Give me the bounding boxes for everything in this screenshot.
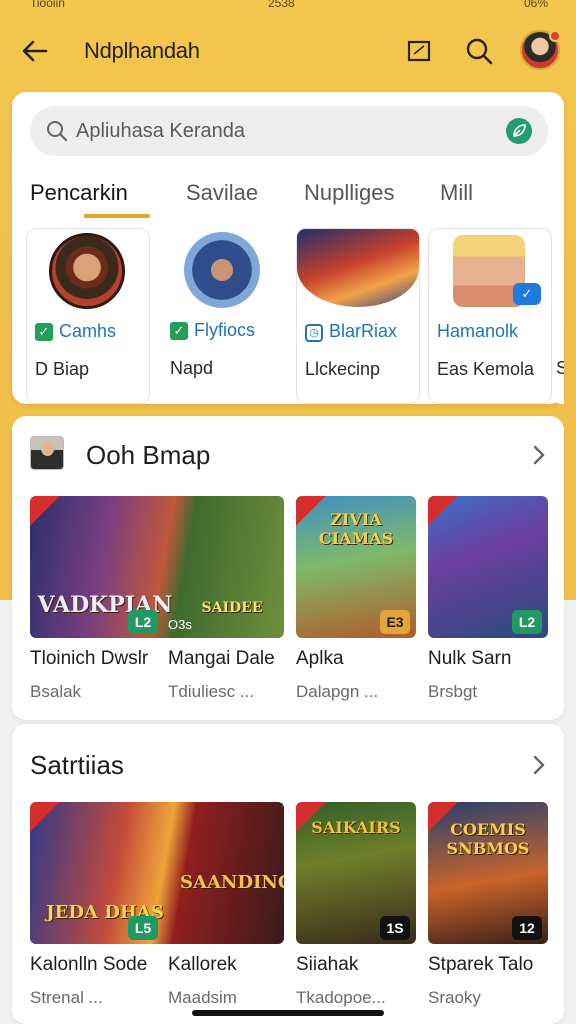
profile-avatar (49, 233, 125, 309)
game-subtitle: Sraoky (428, 988, 481, 1007)
chevron-right-icon[interactable] (528, 752, 550, 778)
leaf-icon[interactable] (506, 118, 532, 144)
app-bar: Ndplhandah (0, 24, 576, 78)
game-thumbnail: COEMIS SNBMOS 12 (428, 802, 548, 944)
notification-dot (549, 30, 561, 42)
section-header[interactable]: Ooh Bmap (30, 436, 550, 476)
game-card[interactable]: ZIVIA CIAMAS E3 Aplka Dalapgn ... (296, 496, 416, 706)
game-title: Nulk Sarn (428, 648, 512, 669)
search-input[interactable] (76, 114, 496, 148)
user-avatar[interactable] (520, 30, 561, 70)
profile-tag-label: Hamanolk (437, 321, 519, 341)
status-center: 2538 (268, 0, 295, 10)
clock-icon: ◷ (305, 324, 323, 342)
search-bar[interactable] (30, 106, 548, 156)
tab-bar: Pencarkin Savilae Nuplliges Mill (30, 170, 550, 220)
ribbon-icon (30, 802, 60, 832)
profile-tag-label: BlarRiax (329, 321, 398, 341)
section-avatar (30, 436, 64, 470)
tab-active-indicator (84, 214, 150, 218)
rating-badge: L5 (128, 916, 158, 940)
profile-carousel: ✓ Camhs D Biap ✓ Flyfiocs Napd ◷ BlarRiax L… (12, 228, 564, 404)
game-thumbnail: L2 (428, 496, 548, 638)
home-indicator[interactable] (192, 1010, 384, 1016)
check-icon: ✓ (170, 322, 188, 340)
game-title: Aplka (296, 648, 344, 669)
search-card: Pencarkin Savilae Nuplliges Mill ✓ Camhs … (12, 92, 564, 404)
section-title: Satrtiias (30, 750, 124, 780)
profile-tag: Hamanolk (437, 321, 518, 342)
game-subtitle: Brsbgt (428, 682, 478, 701)
profile-card[interactable]: ◷ BlarRiax Llckecinp (296, 228, 420, 404)
game-title: Kalonlln Sode (30, 954, 148, 975)
profile-card[interactable]: ✓ Flyfiocs Napd (162, 228, 286, 404)
game-row: JEDA DHAS SAANDING L5 Kalonlln Sode Stre… (30, 802, 564, 1007)
game-subtitle: Tdiuliesc ... (168, 682, 254, 701)
status-bar: Tiooiin 2538 06% (0, 0, 576, 14)
game-thumbnail: SAIKAIRS 1S (296, 802, 416, 944)
profile-card[interactable]: ✓ Hamanolk Eas Kemola (428, 228, 552, 404)
game-art-title: ZIVIA CIAMAS (318, 510, 394, 548)
profile-name: Napd (170, 358, 214, 378)
rating-badge: E3 (380, 610, 410, 634)
game-subtitle: Bsalak (30, 682, 82, 701)
profile-name: S (556, 358, 564, 378)
game-subtitle: Dalapgn ... (296, 682, 379, 701)
back-arrow-icon[interactable] (18, 34, 52, 68)
game-card[interactable]: COEMIS SNBMOS 12 Stparek Talo Sraoky (428, 802, 548, 1012)
game-subtitle: Strenal ... (30, 988, 103, 1007)
game-title: Siiahak (296, 954, 359, 975)
game-title: Tloinich Dwslr (30, 648, 149, 669)
ribbon-icon (428, 496, 458, 526)
rating-badge: 1S (380, 916, 410, 940)
game-title: Kallorek (168, 954, 237, 975)
tab-nuplliges[interactable]: Nuplliges (304, 180, 395, 206)
status-time: Tiooiin (30, 0, 65, 10)
game-card[interactable]: Mangai Dale Tdiuliesc ... (168, 496, 288, 706)
status-battery: 06% (523, 0, 548, 10)
ribbon-icon (30, 496, 60, 526)
game-card[interactable]: SAIKAIRS 1S Siiahak Tkadopoe... (296, 802, 416, 1012)
game-art-title: COEMIS SNBMOS (446, 820, 530, 858)
chevron-right-icon[interactable] (528, 442, 550, 468)
profile-tag: ✓ Camhs (35, 321, 116, 342)
tab-mill[interactable]: Mill (440, 180, 473, 206)
section-satrtiias: Satrtiias JEDA DHAS SAANDING L5 Kalonlln… (12, 724, 564, 1024)
game-title: Mangai Dale (168, 648, 275, 669)
profile-tag-label: Camhs (59, 321, 117, 341)
tab-pencarkin[interactable]: Pencarkin (30, 180, 128, 206)
tab-savilae[interactable]: Savilae (186, 180, 258, 206)
profile-card[interactable]: ✓ Camhs D Biap (26, 228, 150, 404)
game-subtitle: Maadsim (168, 988, 237, 1007)
profile-banner (297, 229, 419, 307)
profile-tag: ◷ BlarRiax (305, 321, 397, 342)
profile-card[interactable]: S (552, 228, 564, 404)
rating-badge: L2 (128, 610, 158, 634)
game-title: Stparek Talo (428, 954, 534, 975)
game-art-title: SAIKAIRS (311, 818, 401, 837)
game-thumbnail: ZIVIA CIAMAS E3 (296, 496, 416, 638)
section-ooh-bmap: Ooh Bmap VADKPIAN SAIDEE L2 O3s Tloinich… (12, 416, 564, 720)
profile-tag-label: Flyfiocs (194, 320, 256, 340)
section-title: Ooh Bmap (86, 440, 211, 470)
rating-badge: L2 (512, 610, 542, 634)
game-card[interactable]: Kallorek Maadsim (168, 802, 288, 1012)
section-header[interactable]: Satrtiias (30, 746, 550, 786)
verified-icon: ✓ (513, 283, 541, 305)
search-field-icon (44, 118, 70, 144)
rating-badge: 12 (512, 916, 542, 940)
check-icon: ✓ (35, 323, 53, 341)
profile-name: D Biap (35, 359, 90, 379)
search-icon[interactable] (462, 34, 496, 68)
page-title: Ndplhandah (84, 38, 200, 63)
profile-name: Llckecinp (305, 359, 381, 379)
profile-tag: ✓ Flyfiocs (170, 320, 255, 341)
game-subtitle: Tkadopoe... (296, 988, 386, 1007)
game-row: VADKPIAN SAIDEE L2 O3s Tloinich Dwslr Bs… (30, 496, 564, 701)
game-card[interactable]: L2 Nulk Sarn Brsbgt (428, 496, 548, 706)
frame-icon[interactable] (402, 34, 436, 68)
profile-name: Eas Kemola (437, 359, 535, 379)
profile-avatar (184, 232, 260, 308)
